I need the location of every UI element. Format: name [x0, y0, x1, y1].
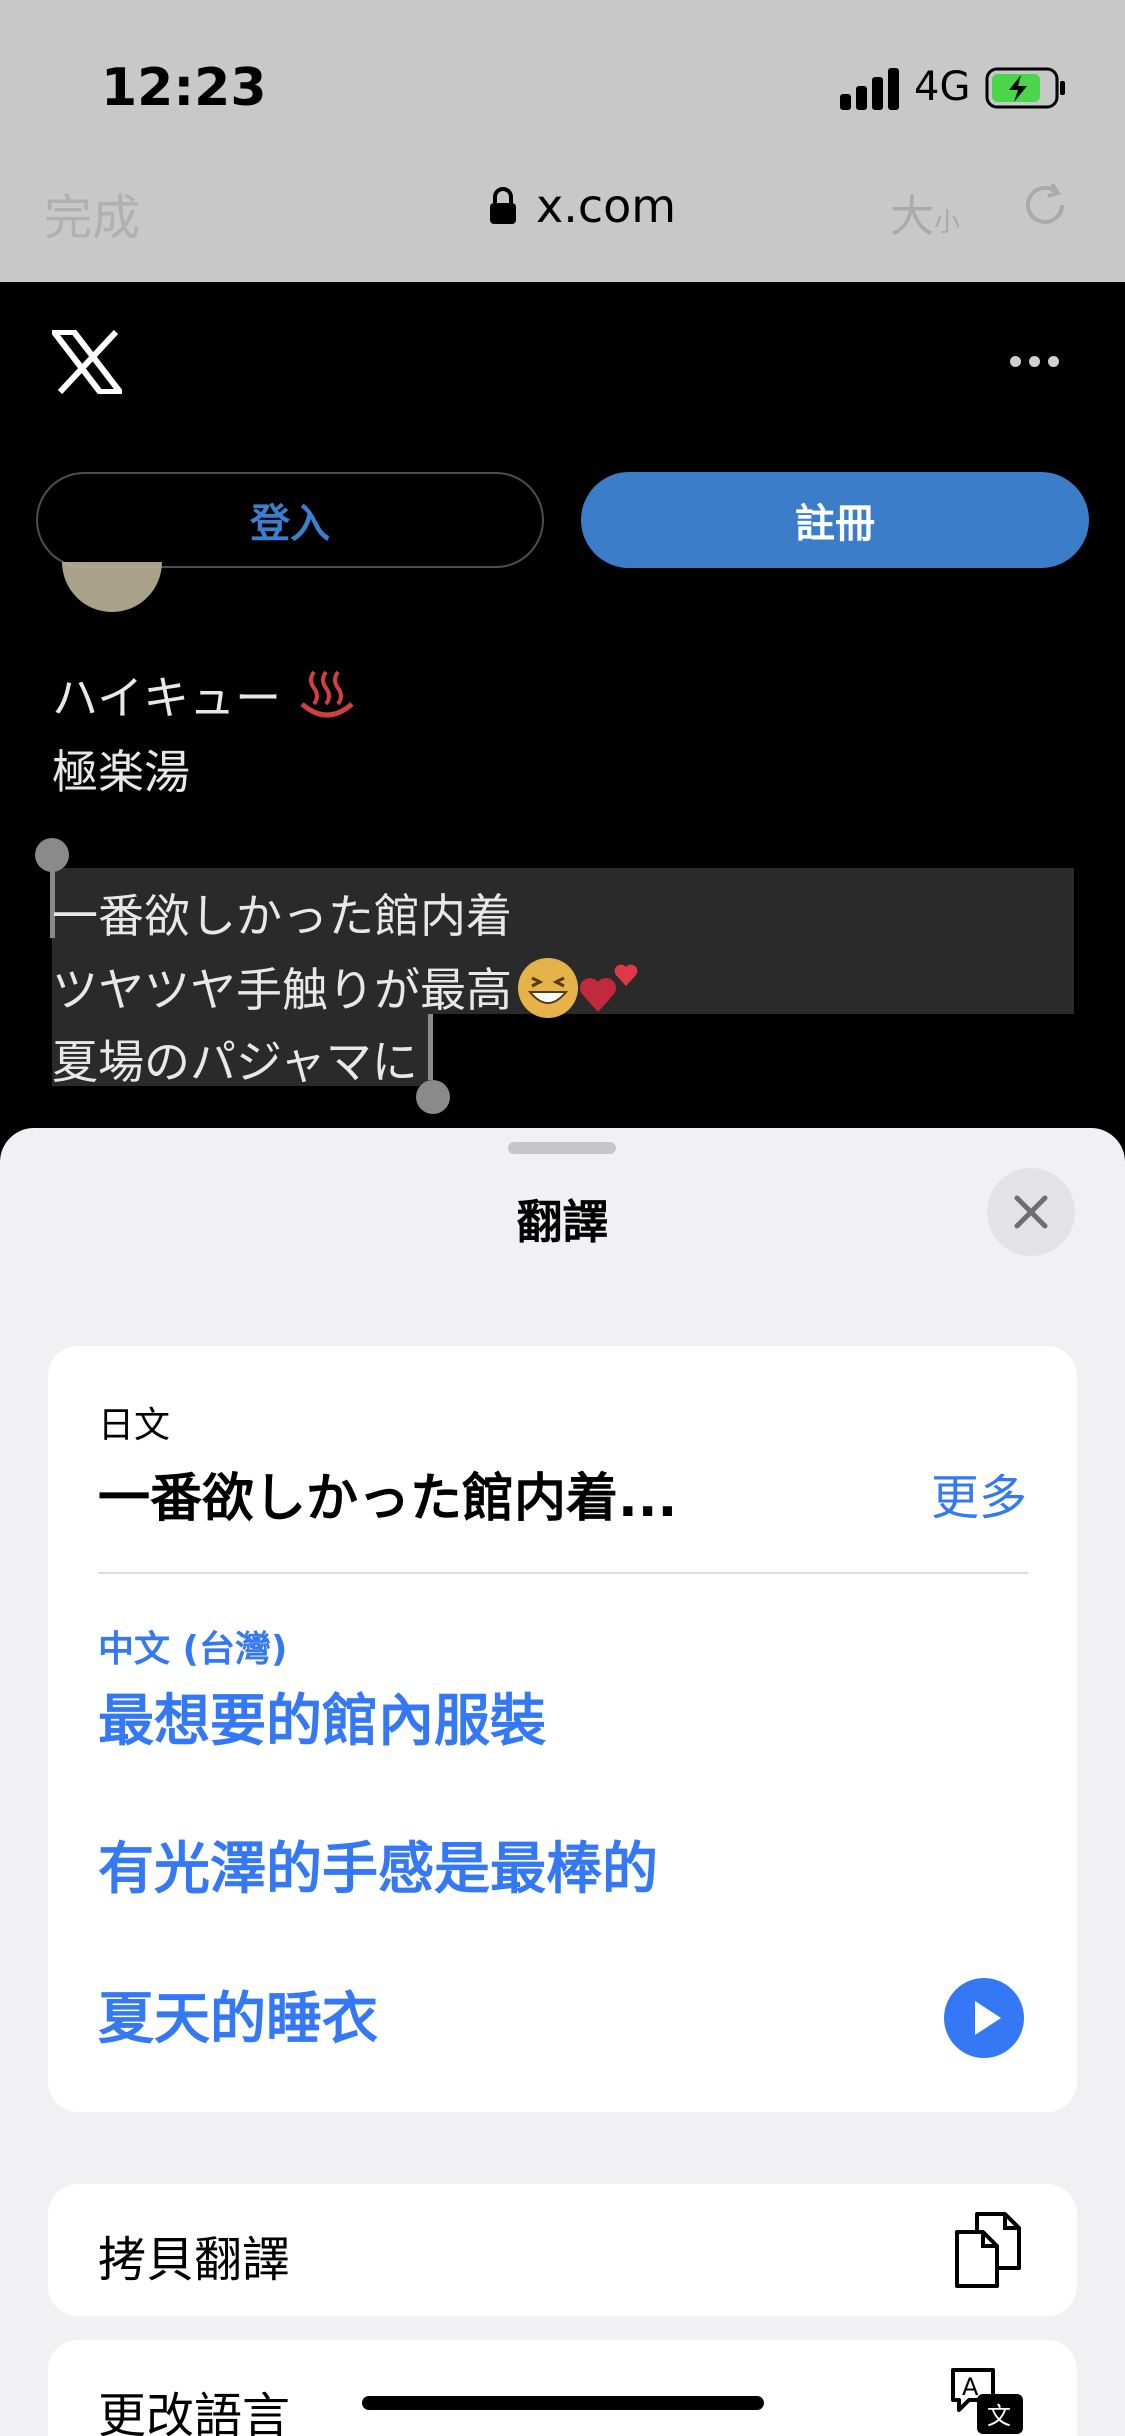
translate-sheet: 翻譯 日文 一番欲しかった館内着... 更多 中文 (台灣) 最想要的館內服裝 …: [0, 1128, 1125, 2436]
status-time: 12:23: [101, 58, 267, 118]
battery-charging-icon: [985, 67, 1065, 109]
two-hearts-icon: [580, 964, 638, 1012]
svg-text:文: 文: [987, 2402, 1011, 2430]
more-button[interactable]: 更多: [931, 1458, 1027, 1528]
more-options-icon[interactable]: [1010, 356, 1060, 370]
close-icon: [1014, 1195, 1048, 1229]
lock-icon: [488, 186, 518, 226]
translation-line-3: 夏天的睡衣: [98, 1987, 378, 2052]
copy-translation-button[interactable]: 拷貝翻譯: [48, 2184, 1077, 2316]
tweet-line-2: ツヤツヤ手触りが最高: [52, 954, 648, 1020]
reload-icon[interactable]: [1018, 178, 1072, 232]
profile-name: ハイキュー: [52, 662, 358, 728]
target-language: 中文 (台灣): [98, 1629, 288, 1670]
translation-card: 日文 一番欲しかった館内着... 更多 中文 (台灣) 最想要的館內服裝 有光澤…: [48, 1346, 1077, 2112]
divider: [98, 1572, 1028, 1574]
translation-line-1: 最想要的館內服裝: [98, 1689, 546, 1754]
copy-translation-label: 拷貝翻譯: [98, 2232, 291, 2288]
x-logo-icon[interactable]: [52, 330, 122, 394]
avatar[interactable]: [62, 562, 162, 612]
signal-strength-icon: [840, 66, 900, 110]
close-button[interactable]: [987, 1168, 1075, 1256]
play-button[interactable]: [944, 1978, 1024, 2058]
sheet-grabber[interactable]: [508, 1142, 616, 1154]
url-text: x.com: [536, 179, 677, 233]
done-button[interactable]: 完成: [44, 178, 140, 248]
home-indicator[interactable]: [362, 2396, 764, 2410]
browser-header: 12:23 4G 完成 x.com 大小: [0, 0, 1125, 282]
text-size-small: 小: [934, 208, 961, 238]
translate-icon: A 文: [951, 2368, 1023, 2434]
login-button[interactable]: 登入: [36, 472, 544, 568]
translation-line-2: 有光澤的手感是最棒的: [98, 1837, 658, 1902]
grinning-emoji-icon: [518, 958, 578, 1018]
source-language: 日文: [98, 1405, 171, 1446]
tweet-line-3: 夏場のパジャマに: [52, 1035, 418, 1089]
svg-text:A: A: [962, 2373, 979, 2401]
selection-end-handle[interactable]: [416, 1080, 450, 1114]
network-type: 4G: [914, 64, 971, 110]
signup-button[interactable]: 註冊: [581, 472, 1089, 568]
hot-springs-icon: [300, 670, 354, 718]
sheet-title: 翻譯: [516, 1195, 609, 1249]
address-bar[interactable]: x.com: [488, 176, 676, 236]
text-size-button[interactable]: 大小: [890, 180, 960, 244]
text-size-large: 大: [890, 191, 934, 242]
profile-subtitle: 極楽湯: [52, 745, 190, 799]
change-language-button[interactable]: 更改語言 A 文: [48, 2340, 1077, 2436]
selection-end-bar: [428, 1014, 433, 1080]
change-language-label: 更改語言: [98, 2388, 291, 2436]
source-text: 一番欲しかった館内着...: [98, 1469, 678, 1529]
play-icon: [975, 2001, 1001, 2035]
tweet-line-1: 一番欲しかった館内着: [52, 889, 512, 943]
copy-icon: [955, 2212, 1021, 2288]
